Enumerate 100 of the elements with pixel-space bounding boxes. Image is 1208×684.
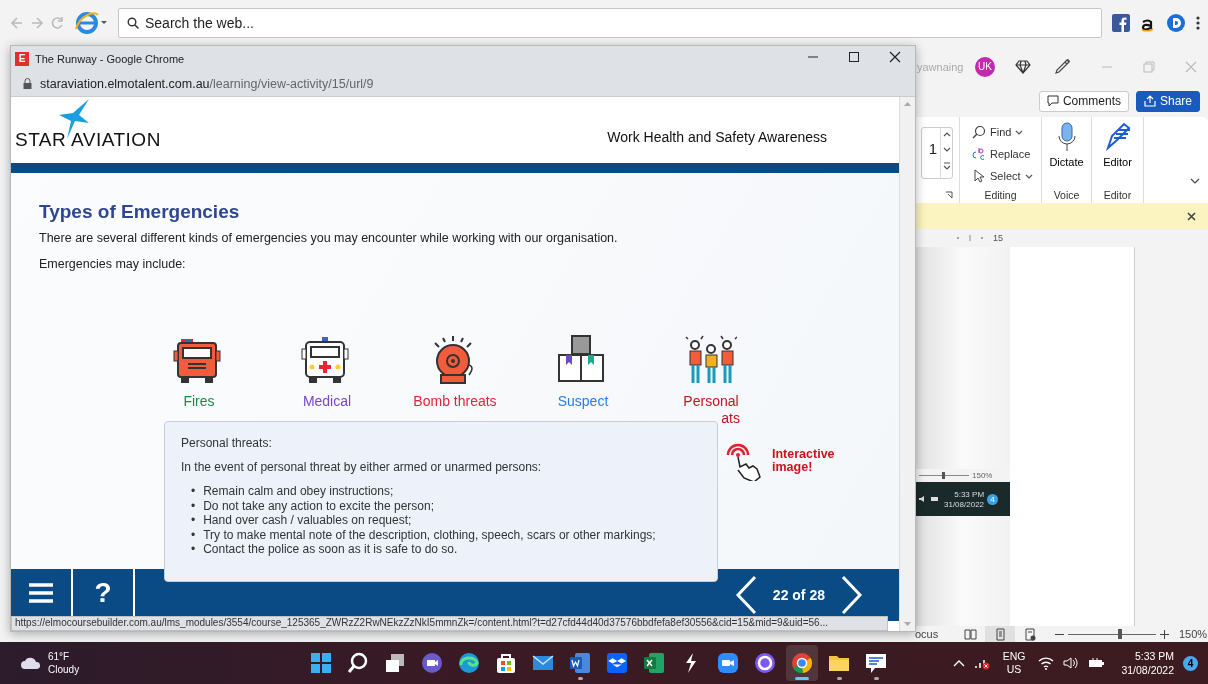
bullet-mark: •	[191, 542, 196, 557]
cursor-icon	[972, 169, 986, 183]
ruler-ticks-icon	[955, 235, 985, 241]
caret-icon	[1015, 129, 1024, 135]
popup-bullet: Try to make mental note of the description, clothing, speech, scars or other markings;	[203, 527, 656, 542]
window-title: The Runway - Google Chrome	[35, 52, 185, 65]
slider-thumb[interactable]	[1118, 628, 1123, 639]
comments-button[interactable]: Comments	[1038, 90, 1129, 112]
ruler-number: 15	[993, 233, 1003, 243]
weather-condition[interactable]: Cloudy	[48, 663, 80, 676]
bullet-mark: •	[191, 527, 196, 542]
pen-lines-icon	[1103, 122, 1132, 152]
arguing-people-icon[interactable]	[685, 335, 737, 385]
chrome-logo-icon	[790, 651, 814, 675]
ring-icon	[753, 651, 777, 675]
popup-title: Personal threats:	[181, 436, 273, 450]
course-title: Work Health and Safety Awareness	[607, 129, 827, 147]
comment-icon	[1046, 95, 1059, 107]
slide-heading: Types of Emergencies	[39, 201, 241, 223]
font-size-field[interactable]: 1	[921, 127, 953, 179]
notification-badge[interactable]: 4	[1183, 655, 1198, 671]
dictate-button[interactable]: Dictate	[1043, 121, 1090, 169]
temperature[interactable]: 61°F	[48, 650, 80, 663]
microphone-icon	[1056, 122, 1077, 152]
windows-stack-icon	[383, 651, 407, 675]
share-button[interactable]: Share	[1135, 90, 1200, 112]
group-label: Editing	[984, 189, 1017, 203]
wifi-icon[interactable]	[1038, 656, 1055, 670]
replace-icon	[972, 147, 986, 161]
ribbon-select-button[interactable]: Select	[966, 165, 1039, 187]
print-layout-icon	[993, 627, 1007, 641]
clock-date[interactable]: 31/08/2022	[1121, 663, 1174, 677]
emergency-label[interactable]: Suspect	[557, 393, 609, 410]
zoom-in-icon[interactable]	[1160, 629, 1169, 639]
running-indicator	[795, 677, 809, 680]
popup-bullet: Contact the police as soon as it is safe to do so.	[203, 542, 458, 557]
running-indicator	[836, 677, 842, 680]
editor-button[interactable]: Editor	[1097, 121, 1138, 169]
chevron-left-icon	[734, 575, 757, 615]
emergency-label[interactable]: Fires	[183, 393, 215, 410]
ribbon-find-button[interactable]: Find	[966, 121, 1030, 143]
find-icon	[972, 125, 986, 139]
user-avatar[interactable]: UK	[975, 56, 995, 77]
running-indicator	[577, 677, 583, 680]
spin-down-icon[interactable]	[942, 147, 951, 152]
chevron-down-icon[interactable]	[1190, 178, 1200, 184]
group-label: Voice	[1053, 189, 1080, 203]
emergency-label[interactable]: Personal	[683, 393, 739, 410]
d-logo-icon[interactable]	[1166, 12, 1186, 33]
speaker-icon[interactable]	[1063, 656, 1080, 670]
speaker-icon	[918, 495, 927, 503]
search-field[interactable]: Search the web...	[118, 7, 1102, 38]
spin-up-icon[interactable]	[942, 132, 951, 137]
emergency-label[interactable]: Bomb threats	[413, 393, 497, 410]
taskbar-app-button[interactable]	[786, 645, 818, 681]
popup-bullet: Do not take any action to excite the person;	[203, 498, 434, 513]
group-label: Editor	[1103, 189, 1132, 203]
status-url: https://elmocoursebuilder.com.au/lms_modules/3554/course_125365_ZWRzZ2RwNEkzZzNkI5mmnZk=/content.html?t=d27cfd44d40d37576bbdfefa8ef30556&cid=15&mid=9&uid=56...	[11, 616, 888, 631]
cloud-icon[interactable]	[20, 656, 42, 670]
clock-time: 5:33 PM	[954, 489, 985, 499]
body-text: There are several different kinds of emergencies you may encounter while working with our organisation.	[39, 231, 619, 245]
notification-badge: 4	[987, 493, 999, 505]
popup-text: In the event of personal threat by either armed or unarmed persons:	[181, 460, 543, 474]
social-icon[interactable]	[1112, 13, 1130, 32]
chevron-up-icon[interactable]	[952, 659, 965, 667]
clock-date: 31/08/2022	[944, 499, 985, 509]
focus-button[interactable]: ocus	[915, 628, 955, 640]
pen-icon[interactable]	[1053, 57, 1071, 76]
emergency-label[interactable]: Medical	[302, 393, 352, 410]
bullet-mark: •	[191, 513, 196, 528]
close-icon[interactable]	[888, 51, 901, 63]
expand-icon[interactable]	[942, 162, 951, 170]
dialog-launcher-icon[interactable]	[945, 191, 953, 199]
diamond-icon[interactable]	[1015, 59, 1031, 74]
more-icon[interactable]	[1196, 14, 1200, 31]
close-icon[interactable]	[1187, 211, 1196, 221]
next-button[interactable]	[841, 575, 863, 615]
zoom-percent: 150%	[1179, 628, 1208, 640]
windows-logo-icon	[309, 651, 333, 675]
site-favicon-icon: E	[15, 51, 29, 66]
zoom-percent: 150%	[972, 471, 993, 480]
shopping-bag-icon	[494, 651, 518, 675]
input-region[interactable]: US	[1006, 663, 1022, 676]
maximize-icon[interactable]	[847, 51, 860, 63]
ribbon-replace-button[interactable]: Replace	[966, 143, 1037, 165]
share-icon	[1143, 95, 1156, 107]
chevron-right-icon	[841, 575, 863, 615]
battery-icon[interactable]	[1088, 657, 1107, 669]
brand-logo: STAR AVIATION	[15, 99, 161, 151]
browser-logo-icon[interactable]	[74, 10, 108, 35]
document-w-icon	[568, 651, 592, 675]
previous-button[interactable]	[734, 575, 757, 615]
input-language[interactable]: ENG	[1002, 650, 1026, 663]
clock-time[interactable]: 5:33 PM	[1134, 649, 1174, 663]
running-indicator	[873, 677, 879, 680]
spreadsheet-x-icon	[642, 651, 666, 675]
chat-screen-icon	[864, 651, 888, 675]
popup-bullet: Remain calm and obey instructions;	[203, 484, 394, 499]
wave-logo-icon	[457, 651, 481, 675]
emergency-label[interactable]: ats	[721, 410, 766, 427]
